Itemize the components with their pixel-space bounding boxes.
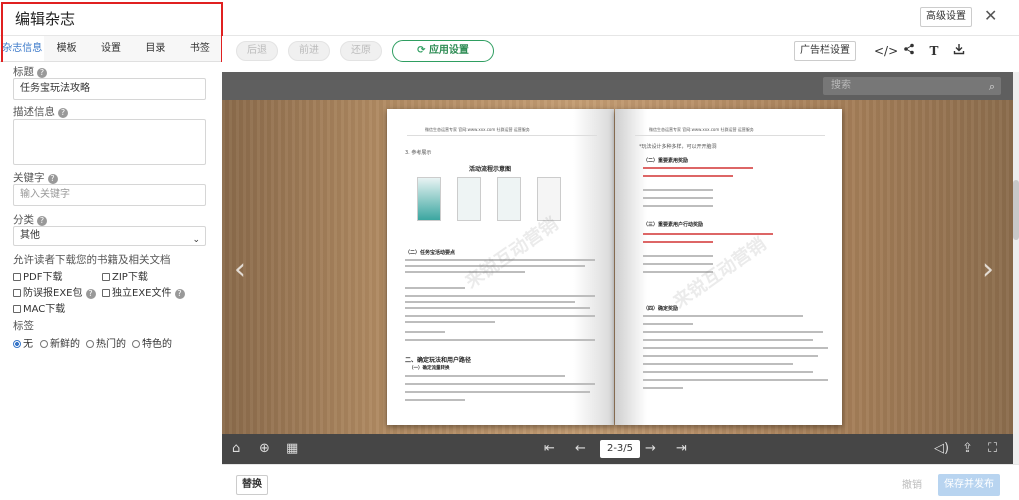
download-permission-label: 允许读者下载您的书籍及相关文档 bbox=[13, 254, 171, 266]
flipbook-viewer: 搜索 ⌕ ‹ › 微信生态运营专家 官网:www.xxx.com 社群运营 运营… bbox=[222, 72, 1013, 464]
save-publish-button[interactable]: 保存并发布 bbox=[938, 474, 1000, 496]
top-bar: 编辑杂志 高级设置 ✕ bbox=[0, 0, 1019, 36]
sound-icon[interactable]: ◁) bbox=[934, 441, 949, 456]
left-subheading-3: （一）确定流量转换 bbox=[409, 366, 450, 371]
right-page-lead: *玩法设计多种多样，可以开开脑洞 bbox=[639, 144, 717, 150]
tab-magazine-info[interactable]: 杂志信息 bbox=[0, 36, 45, 61]
tab-settings[interactable]: 设置 bbox=[89, 36, 133, 61]
redo-button[interactable]: 前进 bbox=[288, 41, 330, 61]
refresh-icon: ⟳ bbox=[417, 45, 429, 56]
left-page-section: 3. 参考展示 bbox=[405, 150, 432, 156]
tab-template[interactable]: 模板 bbox=[44, 36, 88, 61]
keyword-label: 关键字? bbox=[13, 170, 58, 185]
discard-button[interactable]: 撤销 bbox=[902, 476, 922, 491]
bottom-bar: 替换 撤销 保存并发布 bbox=[222, 464, 1019, 500]
scrollbar[interactable] bbox=[1013, 72, 1019, 464]
editor-toolbar: 后退 前进 还原 ⟳ 应用设置 广告栏设置 </> T bbox=[222, 36, 1019, 72]
replace-button[interactable]: 替换 bbox=[236, 475, 268, 495]
page-title: 编辑杂志 bbox=[15, 10, 76, 28]
share-upload-icon[interactable]: ⇪ bbox=[962, 441, 973, 456]
pdf-download-checkbox[interactable]: PDF下载 bbox=[13, 268, 62, 283]
chevron-down-icon: ⌄ bbox=[192, 235, 200, 245]
download-icon[interactable] bbox=[948, 41, 970, 61]
search-icon: ⌕ bbox=[988, 80, 995, 93]
zip-download-checkbox[interactable]: ZIP下载 bbox=[102, 268, 148, 283]
category-select[interactable]: 其他 ⌄ bbox=[13, 226, 206, 246]
reset-button[interactable]: 还原 bbox=[340, 41, 382, 61]
description-label: 描述信息? bbox=[13, 104, 68, 119]
help-icon[interactable]: ? bbox=[37, 216, 47, 226]
diagram-thumb bbox=[417, 177, 441, 221]
last-page-icon[interactable]: ⇥ bbox=[676, 441, 687, 456]
left-subheading-1: （二）任务宝活动要点 bbox=[405, 250, 456, 256]
mac-download-checkbox[interactable]: MAC下载 bbox=[13, 300, 65, 315]
ad-settings-button[interactable]: 广告栏设置 bbox=[794, 41, 856, 61]
help-icon[interactable]: ? bbox=[85, 289, 96, 299]
tag-radio-hot[interactable]: 热门的 bbox=[86, 335, 126, 350]
help-icon[interactable]: ? bbox=[58, 108, 68, 118]
prev-page-icon[interactable]: ← bbox=[575, 441, 586, 456]
title-label: 标题? bbox=[13, 64, 47, 79]
diagram-title: 活动流程示意图 bbox=[469, 166, 512, 173]
close-icon[interactable]: ✕ bbox=[984, 6, 997, 25]
help-icon[interactable]: ? bbox=[174, 289, 185, 299]
category-value: 其他 bbox=[20, 230, 40, 241]
diagram-thumb bbox=[497, 177, 521, 221]
share-icon[interactable] bbox=[898, 41, 920, 61]
watermark: 来锐互动营销 bbox=[461, 213, 563, 293]
undo-button[interactable]: 后退 bbox=[236, 41, 278, 61]
anti-virus-exe-checkbox[interactable]: 防误报EXE包? bbox=[13, 284, 96, 299]
open-book: 微信生态运营专家 官网:www.xxx.com 社群运营 运营服务 3. 参考展… bbox=[387, 109, 842, 425]
right-subheading-2: （三）重要素用户行动奖励 bbox=[643, 222, 704, 228]
fullscreen-icon[interactable]: ⛶ bbox=[988, 441, 997, 456]
help-icon[interactable]: ? bbox=[47, 174, 58, 184]
tag-radio-none[interactable]: 无 bbox=[13, 335, 33, 350]
home-icon[interactable]: ⌂ bbox=[232, 441, 240, 456]
app-settings-button[interactable]: ⟳ 应用设置 bbox=[392, 40, 494, 62]
title-input[interactable]: 任务宝玩法攻略 bbox=[13, 78, 206, 100]
info-form: 标题? 任务宝玩法攻略 描述信息? 关键字? 输入关键字 分类? 其他 ⌄ 允许… bbox=[0, 62, 222, 500]
tab-bar: 杂志信息 模板 设置 目录 书签 bbox=[0, 36, 222, 62]
description-textarea[interactable] bbox=[13, 119, 206, 165]
viewer-search-input[interactable]: 搜索 ⌕ bbox=[823, 77, 1001, 95]
diagram-thumb bbox=[457, 177, 481, 221]
thumbnails-icon[interactable]: ▦ bbox=[286, 441, 298, 456]
right-subheading-3: （四）确定奖励 bbox=[643, 306, 679, 312]
next-page-arrow-icon[interactable]: › bbox=[982, 252, 994, 287]
viewer-footer: ⌂ ⊕ ▦ ⇤ ← 2-3/5 → ⇥ ◁) ⇪ ⛶ bbox=[222, 434, 1013, 464]
category-label: 分类? bbox=[13, 212, 47, 227]
tab-toc[interactable]: 目录 bbox=[133, 36, 177, 61]
tab-bookmarks[interactable]: 书签 bbox=[178, 36, 222, 61]
help-icon[interactable]: ? bbox=[37, 68, 47, 78]
viewer-header: 搜索 ⌕ bbox=[222, 72, 1013, 100]
left-page-header: 微信生态运营专家 官网:www.xxx.com 社群运营 运营服务 bbox=[425, 127, 530, 132]
standalone-exe-checkbox[interactable]: 独立EXE文件? bbox=[102, 284, 185, 299]
next-page-icon[interactable]: → bbox=[645, 441, 656, 456]
left-subheading-2: 二、确定玩法和用户路径 bbox=[405, 357, 472, 364]
first-page-icon[interactable]: ⇤ bbox=[544, 441, 555, 456]
right-page: 微信生态运营专家 官网:www.xxx.com 社群运营 运营服务 *玩法设计多… bbox=[615, 109, 842, 425]
text-icon[interactable]: T bbox=[923, 41, 945, 61]
embed-code-icon[interactable]: </> bbox=[874, 41, 898, 61]
tag-label: 标签 bbox=[13, 320, 34, 332]
tag-radio-fresh[interactable]: 新鲜的 bbox=[40, 335, 80, 350]
right-subheading-1: （二）重要素用奖励 bbox=[643, 158, 689, 164]
zoom-in-icon[interactable]: ⊕ bbox=[259, 441, 270, 456]
tag-radio-featured[interactable]: 特色的 bbox=[132, 335, 172, 350]
advanced-settings-button[interactable]: 高级设置 bbox=[920, 7, 972, 27]
keyword-input[interactable]: 输入关键字 bbox=[13, 184, 206, 206]
right-page-header: 微信生态运营专家 官网:www.xxx.com 社群运营 运营服务 bbox=[649, 127, 754, 132]
prev-page-arrow-icon[interactable]: ‹ bbox=[234, 252, 246, 287]
left-page: 微信生态运营专家 官网:www.xxx.com 社群运营 运营服务 3. 参考展… bbox=[387, 109, 614, 425]
scrollbar-thumb[interactable] bbox=[1013, 180, 1019, 240]
page-indicator[interactable]: 2-3/5 bbox=[600, 440, 640, 458]
